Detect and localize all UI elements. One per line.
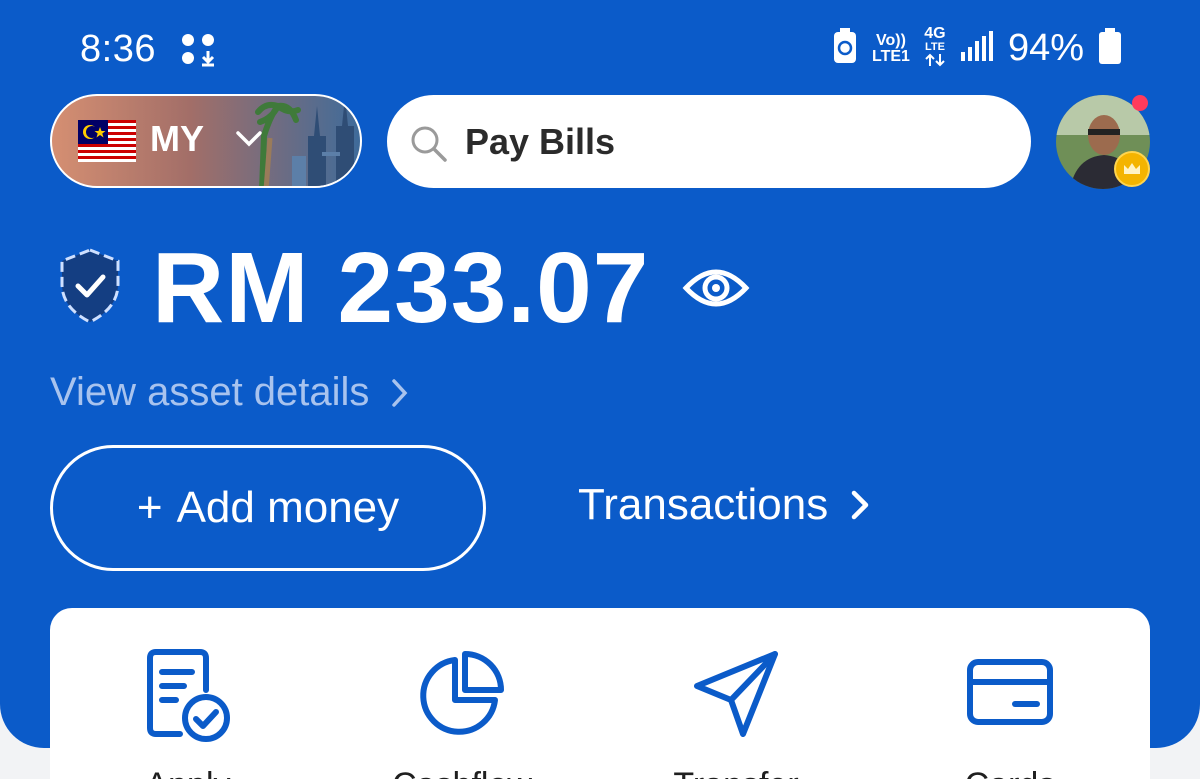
transactions-link[interactable]: Transactions bbox=[578, 480, 870, 530]
quick-action-label: Cashflow bbox=[362, 766, 562, 779]
status-indicators: Vo)) LTE1 4G LTE 94% bbox=[832, 26, 1122, 71]
document-check-icon bbox=[147, 649, 230, 742]
asset-link-label: View asset details bbox=[50, 370, 370, 414]
pie-chart-icon bbox=[420, 651, 504, 735]
volte-label: Vo)) bbox=[876, 31, 906, 49]
network-gen-sub-label: LTE bbox=[924, 41, 945, 53]
add-money-button[interactable]: + Add money bbox=[50, 445, 486, 571]
balance-amount: RM 233.07 bbox=[152, 230, 649, 346]
battery-saver-icon bbox=[832, 27, 858, 70]
view-asset-details-link[interactable]: View asset details bbox=[50, 370, 409, 415]
chevron-right-icon bbox=[852, 490, 869, 520]
download-notification-icon bbox=[180, 32, 220, 73]
battery-percent: 94% bbox=[1007, 27, 1084, 69]
profile-avatar[interactable] bbox=[1056, 95, 1150, 189]
lte-label: LTE1 bbox=[872, 47, 910, 65]
status-time: 8:36 bbox=[80, 28, 156, 70]
send-icon bbox=[694, 651, 778, 737]
wallet-home-screen: 8:36 Vo)) LTE1 4G LTE 94% MY Pay Bills R… bbox=[0, 0, 1200, 779]
search-input[interactable]: Pay Bills bbox=[387, 95, 1031, 188]
balance-currency: RM bbox=[152, 232, 310, 344]
search-icon bbox=[411, 126, 447, 162]
region-code: MY bbox=[150, 118, 204, 159]
card-icon bbox=[967, 659, 1053, 725]
mobile-data-indicator: 4G LTE bbox=[924, 26, 946, 71]
plus-icon: + bbox=[136, 483, 163, 532]
quick-actions-card: Apply Cashflow Transfer Cards bbox=[50, 608, 1150, 779]
malaysia-flag-icon bbox=[78, 120, 136, 162]
notification-dot bbox=[1132, 95, 1148, 111]
battery-icon bbox=[1098, 27, 1122, 70]
data-arrows-icon bbox=[925, 53, 945, 67]
quick-action-label: Cards bbox=[910, 766, 1110, 779]
shield-check-icon bbox=[60, 248, 120, 324]
quick-action-cards[interactable]: Cards bbox=[910, 608, 1110, 779]
eye-icon[interactable] bbox=[682, 262, 750, 314]
signal-strength-icon bbox=[960, 30, 994, 67]
quick-action-label: Transfer bbox=[636, 766, 836, 779]
quick-action-cashflow[interactable]: Cashflow bbox=[362, 608, 562, 779]
quick-action-label: Apply bbox=[88, 766, 288, 779]
network-gen-label: 4G bbox=[924, 25, 946, 42]
kl-skyline-illustration bbox=[255, 96, 354, 186]
balance-value: 233.07 bbox=[337, 232, 650, 344]
add-money-label: Add money bbox=[176, 483, 400, 532]
crown-badge-icon bbox=[1114, 151, 1150, 187]
search-placeholder: Pay Bills bbox=[465, 120, 616, 162]
chevron-right-icon bbox=[392, 378, 408, 407]
volte-indicator: Vo)) LTE1 bbox=[872, 31, 910, 65]
transactions-label: Transactions bbox=[578, 480, 829, 529]
quick-action-apply[interactable]: Apply bbox=[88, 608, 288, 779]
region-selector[interactable]: MY bbox=[50, 94, 362, 188]
quick-action-transfer[interactable]: Transfer bbox=[636, 608, 836, 779]
